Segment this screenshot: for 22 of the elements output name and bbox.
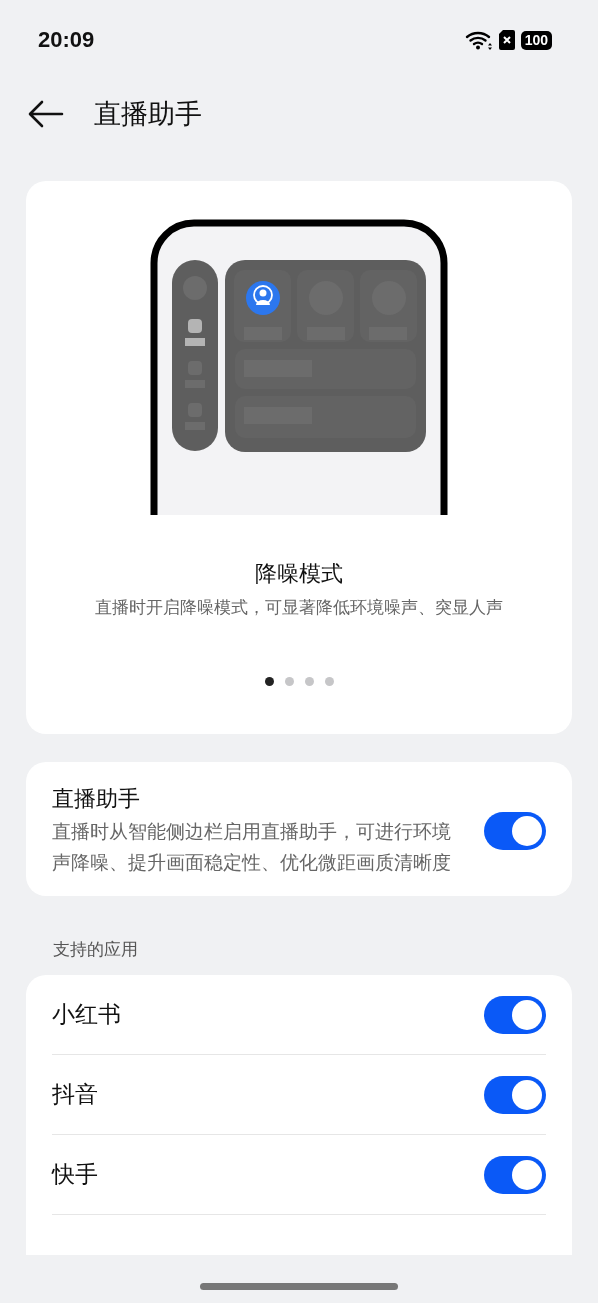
- status-time: 20:09: [38, 27, 95, 53]
- toggle-switch[interactable]: [484, 812, 546, 850]
- page-indicator-dot[interactable]: [324, 677, 334, 686]
- battery-icon: 100: [520, 30, 552, 50]
- page-indicator-dot[interactable]: [304, 677, 314, 686]
- back-icon[interactable]: [28, 100, 64, 128]
- setting-description: 直播时从智能侧边栏启用直播助手，可进行环境声降噪、提升画面稳定性、优化微距画质清晰度: [52, 819, 452, 875]
- toggle-switch[interactable]: [484, 1075, 546, 1114]
- setting-title: 直播助手: [52, 785, 141, 813]
- app-name: 抖音: [52, 1080, 98, 1109]
- feature-title: 降噪模式: [255, 560, 343, 588]
- app-name: 小红书: [52, 1000, 121, 1029]
- toggle-switch[interactable]: [484, 995, 546, 1034]
- feature-description: 直播时开启降噪模式，可显著降低环境噪声、突显人声: [95, 596, 503, 619]
- no-sim-icon: [498, 30, 515, 50]
- page-title: 直播助手: [94, 97, 202, 131]
- page-indicator-dot[interactable]: [284, 677, 294, 686]
- app-name: 快手: [52, 1160, 98, 1189]
- toggle-switch[interactable]: [484, 1155, 546, 1194]
- page-indicator-dot[interactable]: [264, 677, 274, 686]
- wifi-icon: [464, 30, 493, 50]
- section-label: 支持的应用: [52, 938, 139, 961]
